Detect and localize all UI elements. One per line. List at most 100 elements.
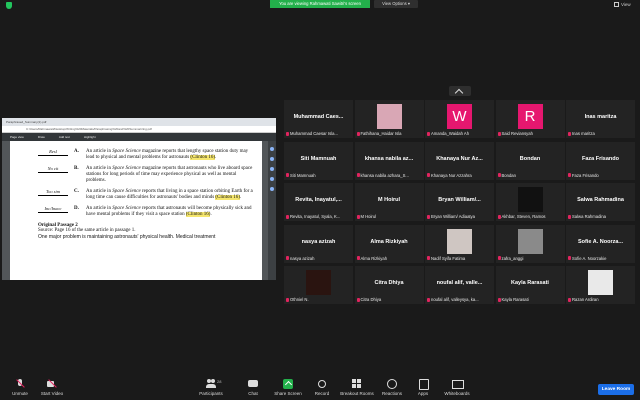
participant-tile[interactable]: Akhbar, Steven, Ramos [495,183,565,221]
item-letter: B. [74,166,79,171]
participant-tile[interactable]: Razan Ardiran [566,266,635,304]
participant-tile[interactable]: Alma Rizkiyah Alma Rizkiyah [354,224,424,263]
pdf-tool-page-view[interactable]: Page view [10,133,24,141]
side-icon[interactable] [270,147,274,151]
participant-name-label: Muhammad Caesar Isla... [286,131,351,137]
participant-tile[interactable]: nasya azizah nasya azizah [284,224,353,263]
muted-mic-icon [356,131,360,136]
participant-tile[interactable]: Bryan William/... Bryan William/ Adiaatya [425,183,494,221]
muted-mic-icon [15,379,25,389]
participant-display-name: Muhammad Caes... [293,114,344,120]
side-icon[interactable] [270,167,274,171]
item-letter: C. [74,189,79,194]
pdf-page: Resl A. An article in Space Science magazi… [10,141,262,280]
participant-display-name: Bryan William/... [438,197,481,203]
whiteboards-button[interactable]: Whiteboards [437,379,477,396]
participant-display-name: noufal alif, valle... [436,280,483,286]
pdf-tool-add-text[interactable]: Add text [59,133,70,141]
participant-tile[interactable]: Siti Mamnuah Siti Mamnuah [284,141,353,180]
participant-name-label: Said Reviansyah [497,131,563,137]
participant-name: Nadif Syifa Fatima [431,255,466,261]
side-icon[interactable] [270,177,274,181]
side-icon[interactable] [270,187,274,191]
side-icon[interactable] [270,157,274,161]
muted-mic-icon [568,173,571,177]
participant-display-name: khansa nabila az... [364,155,414,162]
participant-name-label: Alma Rizkiyah [356,255,422,262]
participant-tile[interactable]: M Hoirul M Hoirul [354,183,424,221]
muted-mic-icon [568,214,571,219]
participant-display-name: Faza Frisando [582,155,619,162]
whiteboard-icon [452,379,464,389]
browser-tab[interactable]: Paraphrased_Summary(1).pdf [6,120,46,124]
participant-photo [517,228,543,254]
pdf-viewer: Resl A. An article in Space Science magazi… [2,141,276,280]
participant-tile[interactable]: khansa nabila az... khansa nabila azhara_… [354,141,424,180]
collapse-gallery-button[interactable] [449,86,471,96]
participant-tile[interactable]: noufal alif, valle... noufal alif, valley… [425,266,494,304]
participant-photo [306,270,331,295]
participant-tile[interactable]: Muhammad Caes... Muhammad Caesar Isla... [284,100,353,138]
participant-tile[interactable]: Inas maritza Inas maritza [566,100,635,138]
address-text[interactable]: C:/Users/Rahmawati/Desktop/Writing%20Mat… [26,127,152,131]
participant-tile[interactable]: Sofie A. Noorza... Sofie A. Noorzakie [566,224,635,263]
participant-tile[interactable]: Fathihana_Haidar Isla [354,100,424,138]
participant-tile[interactable]: Nadif Syifa Fatima [425,224,494,263]
shared-screen[interactable]: Paraphrased_Summary(1).pdf C:/Users/Rahm… [2,118,276,280]
viewing-screen-banner: You are viewing Rahmawati Sawitri's scre… [270,0,370,8]
record-button[interactable]: Record [302,379,342,396]
participant-name: Faza Frisando [572,172,599,178]
participant-display-name: Siti Mamnuah [300,155,337,162]
item-text-pre: An article in [86,149,113,154]
participant-name: Akhbar, Steven, Ramos [501,214,546,219]
participant-name: Razan Ardiran [572,297,599,302]
item-text-pre: An article in [86,166,113,171]
participants-button[interactable]: 28 Participants [191,379,231,396]
participant-photo [447,228,472,254]
participant-tile[interactable]: Khanaya Nur Az... Khanaya Nur Azzahra [425,141,494,180]
muted-mic-icon [427,256,430,260]
participant-name-label: Razan Ardiran [568,297,633,303]
reactions-icon [387,379,397,389]
participant-tile[interactable]: R Said Reviansyah [495,100,565,138]
participant-name-label: Amanda_Waidah Ah [427,131,492,137]
participant-name: nasya azizah [290,255,315,261]
participant-name-label: Othniel N. [286,297,351,303]
participant-tile[interactable]: Citra Dhiya Citra Dhiya [354,266,424,304]
citation-highlight: (Clinton 16) [190,155,216,160]
participant-tile[interactable]: Bondan Bondan [495,141,565,180]
participant-display-name: Bondan [519,155,541,162]
meeting-toolbar: Unmute Start Video 28 Participants Chat S… [0,372,640,400]
answer-blank: Too sim [38,189,68,196]
breakout-rooms-button[interactable]: Breakout Rooms [337,379,377,396]
start-video-button[interactable]: Start Video [32,379,72,396]
item-text-pre: An article in [86,189,113,194]
participant-tile[interactable]: W Amanda_Waidah Ah [425,100,494,138]
shield-icon[interactable] [6,2,12,9]
participant-tile[interactable]: Salwa Rahmadina Salwa Rahmadina [566,183,635,221]
view-button[interactable]: View [614,1,631,8]
browser-address-bar: C:/Users/Rahmawati/Desktop/Writing%20Mat… [2,126,276,133]
participant-tile[interactable]: zafra_anggi [495,224,565,263]
view-options-button[interactable]: View Options ▾ [374,0,418,8]
participant-name: Inas maritza [572,131,595,136]
participant-name-label: M Hoirul [356,214,422,220]
participant-display-name: Salwa Rahmadina [577,197,624,203]
answer-item: Inc/Inacc D. An article in Space Science r… [38,206,254,218]
participant-tile[interactable]: Othniel N. [284,266,353,304]
participant-tile[interactable]: Kayla Rarasati Kayla Rarasati [495,266,565,304]
participant-name-label: Sofie A. Noorzakie [568,256,633,262]
chat-button[interactable]: Chat [233,379,273,396]
participant-photo [376,104,402,129]
leave-room-button[interactable]: Leave Room [598,384,634,395]
participant-tile[interactable]: Revita, Inayatul,... Revita, Inayatul, Sy… [284,183,353,221]
participant-tile[interactable]: Faza Frisando Faza Frisando [566,141,635,180]
view-label: View [621,2,631,7]
pdf-tool-draw[interactable]: Draw [38,133,45,141]
item-text-italic: Space Science [112,166,141,171]
participant-name-label: Khanaya Nur Azzahra [427,173,492,179]
participant-name: Alma Rizkiyah [360,255,388,261]
participant-name: khansa nabila azhara_S... [360,172,409,178]
muted-mic-icon [286,173,289,177]
pdf-tool-highlight[interactable]: Highlight [84,133,96,141]
